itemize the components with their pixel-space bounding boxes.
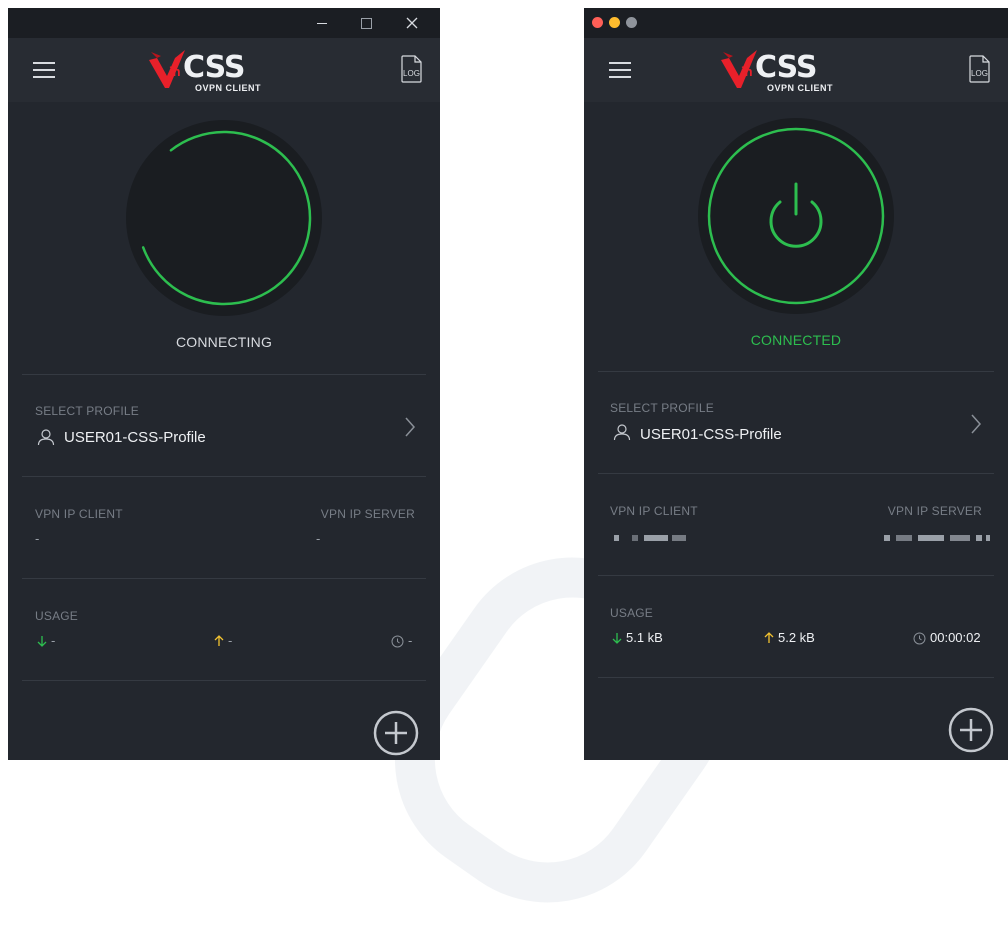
logo-v-mark: [149, 50, 185, 88]
profile-label: SELECT PROFILE: [35, 404, 139, 418]
download-arrow-icon: [612, 633, 622, 644]
logo-prefix: in: [741, 64, 753, 79]
profile-selector[interactable]: SELECT PROFILE USER01-CSS-Profile: [584, 372, 1008, 472]
upload-arrow-icon: [214, 635, 224, 646]
disconnect-button[interactable]: [698, 118, 894, 314]
usage-section: USAGE - - -: [8, 579, 440, 679]
app-window-windows: in CSS OVPN CLIENT LOG CONNECTING SELECT…: [8, 8, 440, 760]
download-arrow-icon: [37, 636, 47, 647]
vpn-ip-client-label: VPN IP CLIENT: [35, 507, 123, 521]
close-button[interactable]: [592, 17, 603, 28]
duration-value: 00:00:02: [930, 630, 981, 645]
vpn-ip-server-value: -: [316, 531, 321, 546]
minimize-button[interactable]: [609, 17, 620, 28]
divider: [598, 677, 994, 678]
menu-button[interactable]: [609, 62, 631, 78]
chevron-right-icon: [405, 417, 416, 437]
vpn-ip-server-value-obscured: [884, 535, 994, 541]
title-bar: [584, 8, 1008, 38]
logo-prefix: in: [169, 64, 181, 79]
download-value: -: [51, 633, 56, 648]
minimize-button[interactable]: [300, 8, 344, 38]
profile-name: USER01-CSS-Profile: [64, 429, 206, 446]
profile-selector[interactable]: SELECT PROFILE USER01-CSS-Profile: [8, 375, 440, 475]
logo-v-mark: [721, 50, 757, 88]
connect-button[interactable]: [126, 120, 322, 316]
user-icon: [37, 429, 55, 446]
chevron-right-icon: [971, 414, 982, 434]
hamburger-icon: [609, 62, 631, 64]
user-icon: [613, 424, 631, 441]
vpn-ip-server-label: VPN IP SERVER: [887, 504, 982, 518]
divider: [22, 680, 426, 681]
connection-area: CONNECTED: [584, 102, 1008, 374]
usage-label: USAGE: [610, 606, 654, 620]
log-file-icon: LOG: [969, 55, 990, 83]
add-profile-button[interactable]: [948, 707, 994, 753]
log-label: LOG: [971, 69, 988, 78]
add-profile-button[interactable]: [373, 710, 419, 756]
vpn-ip-section: VPN IP CLIENT VPN IP SERVER: [584, 474, 1008, 574]
close-icon: [406, 17, 418, 29]
log-label: LOG: [403, 69, 420, 78]
vpn-ip-client-label: VPN IP CLIENT: [610, 504, 698, 518]
app-header: in CSS OVPN CLIENT LOG: [8, 38, 440, 102]
app-window-mac: in CSS OVPN CLIENT LOG CONNECTED SELECT …: [584, 8, 1008, 760]
maximize-button[interactable]: [344, 8, 388, 38]
upload-value: -: [228, 633, 233, 648]
profile-name: USER01-CSS-Profile: [640, 426, 782, 443]
power-icon: [769, 182, 823, 248]
vpn-ip-server-label: VPN IP SERVER: [320, 507, 415, 521]
profile-label: SELECT PROFILE: [610, 401, 714, 415]
vpn-ip-client-value: -: [35, 531, 40, 546]
vincss-logo: in CSS OVPN CLIENT: [719, 48, 859, 96]
app-header: in CSS OVPN CLIENT LOG: [584, 38, 1008, 102]
log-file-icon: LOG: [401, 55, 422, 83]
log-button[interactable]: LOG: [968, 55, 990, 83]
logo-subtitle: OVPN CLIENT: [195, 83, 262, 93]
log-button[interactable]: LOG: [400, 55, 422, 83]
usage-label: USAGE: [35, 609, 79, 623]
upload-arrow-icon: [764, 632, 774, 643]
logo-subtitle: OVPN CLIENT: [767, 83, 834, 93]
vpn-ip-section: VPN IP CLIENT - VPN IP SERVER -: [8, 477, 440, 577]
menu-button[interactable]: [33, 62, 55, 78]
connected-ring: [707, 127, 885, 305]
logo-word: CSS: [183, 50, 245, 85]
connection-area: CONNECTING: [8, 102, 440, 374]
vincss-logo: in CSS OVPN CLIENT: [147, 48, 287, 96]
close-button[interactable]: [390, 8, 434, 38]
maximize-button[interactable]: [626, 17, 637, 28]
title-bar: [8, 8, 440, 38]
connection-status: CONNECTED: [750, 332, 842, 348]
hamburger-icon: [33, 62, 55, 64]
clock-icon: [913, 632, 926, 645]
upload-value: 5.2 kB: [778, 630, 815, 645]
download-value: 5.1 kB: [626, 630, 663, 645]
usage-section: USAGE 5.1 kB 5.2 kB 00:00:02: [584, 576, 1008, 676]
clock-icon: [391, 635, 404, 648]
duration-value: -: [408, 633, 413, 648]
connection-status: CONNECTING: [175, 334, 273, 350]
logo-word: CSS: [755, 50, 817, 85]
vpn-ip-client-value-obscured: [614, 535, 706, 541]
connecting-progress-ring: [136, 130, 312, 306]
